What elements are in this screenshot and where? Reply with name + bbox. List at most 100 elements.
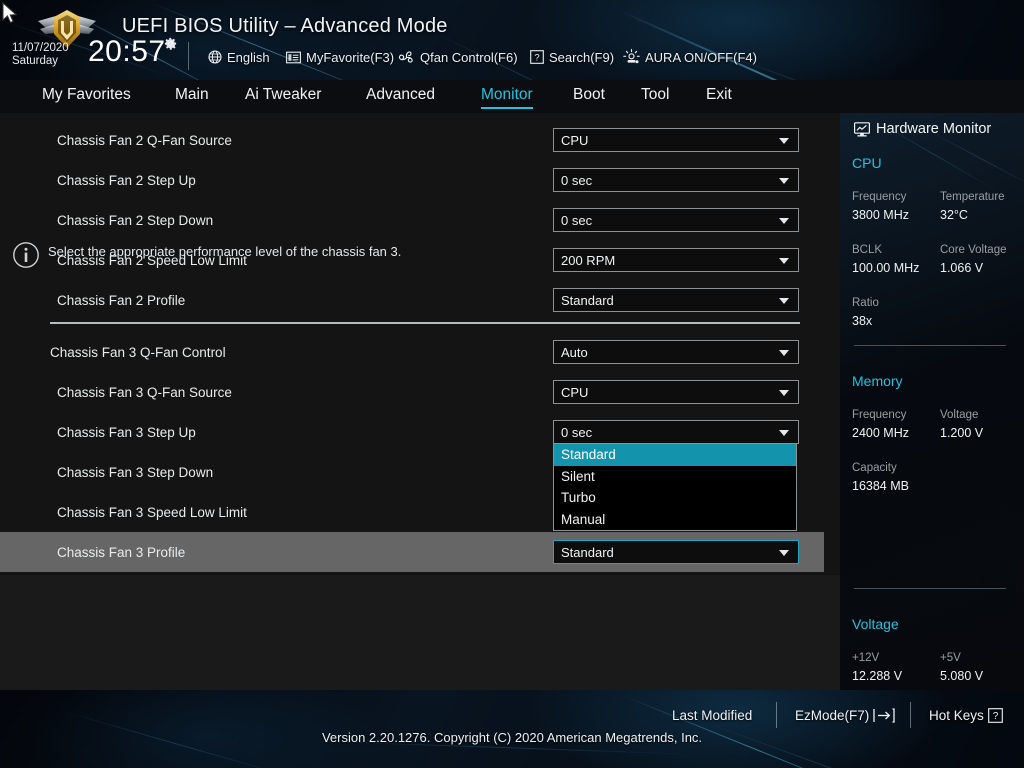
setting-value-text: Auto bbox=[561, 344, 588, 360]
hwmon-entry-value: 5.080 V bbox=[940, 669, 984, 683]
hwmon-entry-key: BCLK bbox=[852, 244, 883, 256]
setting-label: Chassis Fan 2 Profile bbox=[57, 292, 186, 308]
help-bar bbox=[0, 575, 840, 690]
hwmon-entry-key: Capacity bbox=[852, 462, 897, 474]
setting-label: Chassis Fan 3 Speed Low Limit bbox=[57, 504, 247, 520]
menu-tab-tool[interactable]: Tool bbox=[641, 86, 669, 107]
footer-divider bbox=[910, 702, 911, 728]
chevron-down-icon bbox=[779, 138, 789, 144]
dropdown-option[interactable]: Standard bbox=[554, 444, 796, 466]
aura-light-icon bbox=[623, 49, 640, 64]
scrollbar-track[interactable] bbox=[824, 113, 840, 575]
dropdown-option[interactable]: Manual bbox=[554, 509, 796, 531]
main-menu-bar: My Favorites Main Ai Tweaker Advanced Monito… bbox=[0, 80, 1024, 113]
header-item-label: AURA ON/OFF(F4) bbox=[645, 49, 757, 65]
menu-tab-ai-tweaker[interactable]: Ai Tweaker bbox=[245, 86, 321, 107]
setting-value-text: 200 RPM bbox=[561, 252, 616, 268]
chevron-down-icon bbox=[779, 258, 789, 264]
last-modified-label: Last Modified bbox=[672, 707, 753, 723]
setting-value-dropdown[interactable]: 200 RPM bbox=[553, 248, 799, 272]
header-item-english[interactable]: English bbox=[208, 46, 270, 68]
hwmon-entry-value: 3800 MHz bbox=[852, 208, 909, 222]
monitor-graph-icon bbox=[854, 121, 870, 136]
hardware-monitor-title-label: Hardware Monitor bbox=[876, 121, 992, 137]
dropdown-option[interactable]: Turbo bbox=[554, 487, 796, 509]
setting-value-dropdown[interactable]: 0 sec bbox=[553, 168, 799, 192]
hwmon-entry-key: +5V bbox=[940, 652, 961, 664]
date-value: 11/07/2020 bbox=[12, 42, 69, 54]
chevron-down-icon bbox=[779, 550, 789, 556]
setting-label: Chassis Fan 3 Q-Fan Source bbox=[57, 384, 232, 400]
list-icon bbox=[286, 51, 301, 63]
setting-label: Chassis Fan 3 Step Up bbox=[57, 424, 196, 440]
hwmon-section-title: CPU bbox=[852, 155, 882, 171]
setting-value-dropdown[interactable]: CPU bbox=[553, 380, 799, 404]
footer-background bbox=[0, 690, 1024, 768]
footer-divider bbox=[776, 702, 777, 728]
hwmon-entry-value: 32°C bbox=[940, 208, 968, 222]
dropdown-options-list[interactable]: Standard Silent Turbo Manual bbox=[553, 444, 797, 531]
question-box-icon: ? bbox=[987, 707, 1003, 723]
hwmon-entry-value: 38x bbox=[852, 314, 873, 328]
setting-value-text: 0 sec bbox=[561, 172, 593, 188]
gear-icon[interactable] bbox=[163, 36, 178, 51]
setting-value-dropdown[interactable]: 0 sec bbox=[553, 420, 799, 444]
hwmon-entry-value: 12.288 V bbox=[852, 669, 903, 683]
setting-value-text: 0 sec bbox=[561, 212, 593, 228]
uefi-bios-screen: UEFI BIOS Utility – Advanced Mode 11/07/… bbox=[0, 0, 1024, 768]
decor-streak bbox=[149, 2, 392, 80]
menu-tab-my-favorites[interactable]: My Favorites bbox=[42, 86, 131, 107]
setting-label: Chassis Fan 3 Q-Fan Control bbox=[50, 344, 226, 360]
hwmon-section-title: Voltage bbox=[852, 616, 899, 632]
page-title: UEFI BIOS Utility – Advanced Mode bbox=[122, 15, 448, 37]
dropdown-option[interactable]: Silent bbox=[554, 466, 796, 488]
setting-value-dropdown[interactable]: 0 sec bbox=[553, 208, 799, 232]
hwmon-entry-key: Frequency bbox=[852, 409, 907, 421]
setting-value-text: Standard bbox=[561, 544, 614, 560]
setting-value-text: 0 sec bbox=[561, 424, 593, 440]
help-text: Select the appropriate performance level… bbox=[48, 244, 402, 259]
header-item-search[interactable]: ? Search(F9) bbox=[530, 46, 614, 68]
question-box-icon: ? bbox=[530, 50, 544, 64]
hwmon-section-title: Memory bbox=[852, 373, 903, 389]
body-area: Chassis Fan 2 Q-Fan Source CPU Chassis Fan… bbox=[0, 113, 1024, 690]
menu-tab-boot[interactable]: Boot bbox=[573, 86, 605, 107]
hwmon-entry-value: 1.066 V bbox=[940, 261, 984, 275]
setting-value-dropdown[interactable]: Auto bbox=[553, 340, 799, 364]
hotkeys-button[interactable]: Hot Keys ? bbox=[929, 704, 1003, 726]
setting-value-text: CPU bbox=[561, 384, 589, 400]
header-bar: UEFI BIOS Utility – Advanced Mode 11/07/… bbox=[0, 0, 1024, 80]
weekday-value: Saturday bbox=[12, 55, 59, 67]
ezmode-button[interactable]: EzMode(F7) bbox=[795, 704, 895, 726]
clock-display: 20:57 bbox=[88, 35, 166, 68]
header-item-qfan-control[interactable]: Qfan Control(F6) bbox=[398, 46, 518, 68]
arrow-right-box-icon bbox=[873, 707, 895, 723]
hardware-monitor-panel: Hardware Monitor CPU Frequency 3800 MHz Tem… bbox=[840, 113, 1024, 690]
setting-label: Chassis Fan 2 Step Down bbox=[57, 212, 214, 228]
svg-text:?: ? bbox=[993, 711, 999, 722]
menu-tab-monitor[interactable]: Monitor bbox=[481, 86, 533, 109]
setting-value-dropdown[interactable]: Standard bbox=[553, 540, 799, 564]
header-item-aura[interactable]: AURA ON/OFF(F4) bbox=[623, 46, 757, 68]
setting-label: Chassis Fan 3 Step Down bbox=[57, 464, 214, 480]
setting-value-text: CPU bbox=[561, 132, 589, 148]
header-item-label: Search(F9) bbox=[549, 49, 615, 65]
setting-value-dropdown[interactable]: CPU bbox=[553, 128, 799, 152]
menu-tab-main[interactable]: Main bbox=[175, 86, 209, 107]
setting-value-text: Standard bbox=[561, 292, 614, 308]
last-modified-button[interactable]: Last Modified bbox=[672, 704, 752, 726]
chevron-down-icon bbox=[779, 298, 789, 304]
hwmon-entry-value: 1.200 V bbox=[940, 426, 984, 440]
chevron-down-icon bbox=[779, 390, 789, 396]
setting-value-dropdown[interactable]: Standard bbox=[553, 288, 799, 312]
hotkeys-label: Hot Keys bbox=[929, 707, 984, 723]
chevron-down-icon bbox=[779, 178, 789, 184]
version-text: Version 2.20.1276. Copyright (C) 2020 Am… bbox=[321, 730, 703, 745]
hwmon-entry-value: 16384 MB bbox=[852, 479, 909, 493]
menu-tab-exit[interactable]: Exit bbox=[706, 86, 732, 107]
hwmon-entry-value: 100.00 MHz bbox=[852, 261, 920, 275]
header-item-myfavorite[interactable]: MyFavorite(F3) bbox=[286, 46, 394, 68]
hwmon-divider bbox=[854, 588, 1006, 589]
menu-tab-advanced[interactable]: Advanced bbox=[366, 86, 435, 107]
info-icon bbox=[13, 242, 39, 268]
